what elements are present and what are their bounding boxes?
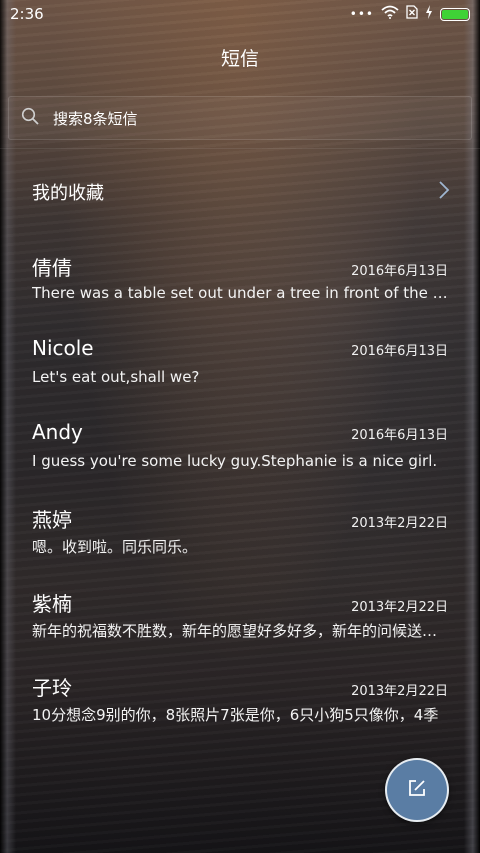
status-icons: ••• — [350, 5, 470, 23]
message-date: 2013年2月22日 — [351, 516, 448, 531]
conversation-item[interactable]: Nicole 2016年6月13日 Let's eat out,shall we… — [32, 336, 448, 420]
message-date: 2013年2月22日 — [351, 600, 448, 615]
contact-name: 燕婷 — [32, 508, 72, 532]
conversation-item[interactable]: 倩倩 2016年6月13日 There was a table set out … — [32, 252, 448, 336]
wifi-icon — [381, 5, 399, 23]
contact-name: 倩倩 — [32, 256, 72, 280]
message-date: 2016年6月13日 — [351, 428, 448, 443]
message-date: 2013年2月22日 — [351, 684, 448, 699]
charging-icon — [425, 5, 433, 23]
favorites-label: 我的收藏 — [32, 183, 104, 204]
conversation-item[interactable]: 紫楠 2013年2月22日 新年的祝福数不胜数，新年的愿望好多好多，新年的问候送… — [32, 588, 448, 672]
header-divider — [0, 148, 480, 149]
battery-level — [442, 9, 468, 19]
message-preview: Let's eat out,shall we? — [32, 368, 200, 386]
conversation-item[interactable]: 子玲 2013年2月22日 10分想念9别的你，8张照片7张是你，6只小狗5只像… — [32, 672, 448, 756]
page-title: 短信 — [220, 48, 259, 70]
contact-name: 子玲 — [32, 676, 72, 700]
conversation-item[interactable]: Andy 2016年6月13日 I guess you're some luck… — [32, 420, 448, 504]
message-date: 2016年6月13日 — [351, 344, 448, 359]
search-placeholder: 搜索8条短信 — [53, 109, 138, 128]
contact-name: Andy — [32, 420, 83, 444]
battery-icon — [440, 7, 470, 21]
notification-dots: ••• — [349, 7, 374, 21]
message-preview: There was a table set out under a tree i… — [32, 284, 448, 302]
favorites-row[interactable]: 我的收藏 — [32, 172, 450, 212]
sim-blocked-icon — [406, 5, 418, 23]
compose-icon — [407, 778, 427, 802]
status-time: 2:36 — [10, 5, 44, 23]
search-input[interactable]: 搜索8条短信 — [8, 96, 472, 140]
contact-name: 紫楠 — [32, 592, 72, 616]
message-date: 2016年6月13日 — [351, 264, 448, 279]
chevron-right-icon — [438, 181, 450, 203]
compose-button[interactable] — [385, 758, 449, 822]
status-bar: 2:36 ••• — [0, 0, 480, 28]
message-preview: I guess you're some lucky guy.Stephanie … — [32, 452, 438, 470]
message-preview: 新年的祝福数不胜数，新年的愿望好多好多，新年的问候送给你 — [32, 622, 448, 640]
contact-name: Nicole — [32, 336, 94, 360]
message-preview: 嗯。收到啦。同乐同乐。 — [32, 538, 198, 556]
conversation-list: 倩倩 2016年6月13日 There was a table set out … — [32, 252, 448, 756]
message-preview: 10分想念9别的你，8张照片7张是你，6只小狗5只像你，4季 — [32, 706, 439, 724]
conversation-item[interactable]: 燕婷 2013年2月22日 嗯。收到啦。同乐同乐。 — [32, 504, 448, 588]
search-icon — [21, 107, 39, 129]
